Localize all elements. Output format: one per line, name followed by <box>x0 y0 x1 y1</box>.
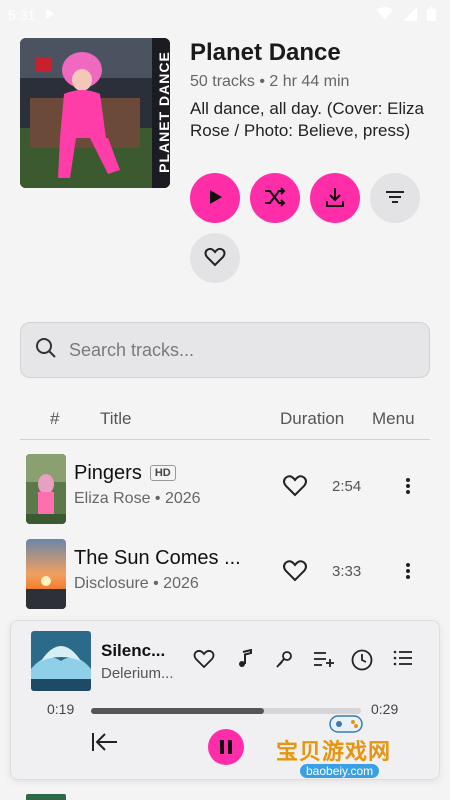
watermark-text: 宝贝游戏网 <box>276 739 392 764</box>
heart-icon <box>193 649 215 669</box>
signal-icon <box>403 6 417 24</box>
playlist-actions <box>190 173 430 283</box>
queue-button[interactable] <box>393 649 413 672</box>
queue-list-icon <box>393 650 412 666</box>
track-menu-button[interactable] <box>400 474 416 503</box>
battery-icon <box>427 6 436 24</box>
playlist-title: Planet Dance <box>190 39 341 66</box>
track-title: The Sun Comes ... <box>74 547 241 569</box>
heart-icon <box>204 247 226 270</box>
track-title-text: Pingers <box>74 462 142 484</box>
track-subtitle: Eliza Rose • 2026 <box>74 490 201 507</box>
track-title: Pingers HD <box>74 462 176 485</box>
search-icon <box>35 337 57 364</box>
favorite-playlist-button[interactable] <box>190 233 240 283</box>
track-thumbnail <box>26 454 66 524</box>
media-status-icon <box>45 7 55 23</box>
shuffle-icon <box>264 186 286 210</box>
playlist-meta: 50 tracks • 2 hr 44 min <box>190 73 350 90</box>
cover-image <box>20 38 170 188</box>
like-now-playing-button[interactable] <box>193 649 215 674</box>
download-icon <box>324 186 346 211</box>
now-playing-art[interactable] <box>31 631 91 691</box>
like-track-button[interactable] <box>282 474 308 503</box>
watermark-url: baobeiy.com <box>300 764 380 778</box>
seek-bar-progress <box>91 708 264 714</box>
track-thumbnail <box>26 539 66 609</box>
like-track-button[interactable] <box>282 559 308 588</box>
header-title[interactable]: Title <box>100 409 132 429</box>
wifi-icon <box>377 6 393 24</box>
download-button[interactable] <box>310 173 360 223</box>
heart-icon <box>283 560 307 582</box>
search-bar[interactable] <box>20 322 430 378</box>
credits-button[interactable] <box>274 649 294 674</box>
pause-icon <box>220 740 232 754</box>
playlist-add-icon <box>314 652 334 667</box>
watermark: 宝贝游戏网 baobeiy.com <box>276 712 426 788</box>
filter-button[interactable] <box>370 173 420 223</box>
track-row[interactable]: Pingers HD Eliza Rose • 2026 2:54 <box>20 450 430 526</box>
now-playing-title: Silenc... <box>101 641 166 660</box>
search-input[interactable] <box>69 339 389 361</box>
playlist-header: Planet Dance 50 tracks • 2 hr 44 min All… <box>190 38 435 142</box>
now-playing-artist: Delerium... <box>101 665 174 682</box>
music-note-icon <box>239 648 252 667</box>
skip-previous-icon <box>92 733 117 751</box>
status-time: 5:31 <box>8 7 36 23</box>
clock-icon <box>351 649 373 671</box>
pause-button[interactable] <box>208 729 244 765</box>
track-duration: 3:33 <box>332 563 362 580</box>
header-duration[interactable]: Duration <box>280 409 344 429</box>
sleep-timer-button[interactable] <box>351 649 373 676</box>
add-to-queue-button[interactable] <box>313 649 335 674</box>
more-vertical-icon <box>406 563 410 579</box>
track-table-header: # Title Duration Menu <box>20 400 430 440</box>
header-number: # <box>50 409 60 428</box>
playlist-description: All dance, all day. (Cover: Eliza Rose /… <box>190 99 425 140</box>
cover-text: PLANET DANCE <box>156 51 170 173</box>
shuffle-button[interactable] <box>250 173 300 223</box>
more-vertical-icon <box>406 478 410 494</box>
status-bar: 5:31 <box>0 0 450 30</box>
play-icon <box>206 188 224 209</box>
track-row[interactable]: The Sun Comes ... Disclosure • 2026 3:33 <box>20 535 430 611</box>
track-duration: 2:54 <box>332 478 362 495</box>
next-row-thumbnail-peek <box>26 794 66 800</box>
previous-button[interactable] <box>91 731 119 758</box>
play-button[interactable] <box>190 173 240 223</box>
track-menu-button[interactable] <box>400 559 416 588</box>
microphone-icon <box>276 651 292 668</box>
filter-icon <box>385 189 405 208</box>
playlist-cover: PLANET DANCE <box>20 38 170 188</box>
lyrics-button[interactable] <box>236 648 254 674</box>
header-menu: Menu <box>372 409 415 428</box>
hd-badge: HD <box>149 465 176 481</box>
heart-icon <box>283 475 307 497</box>
track-subtitle: Disclosure • 2026 <box>74 575 199 592</box>
elapsed-time: 0:19 <box>47 701 75 717</box>
